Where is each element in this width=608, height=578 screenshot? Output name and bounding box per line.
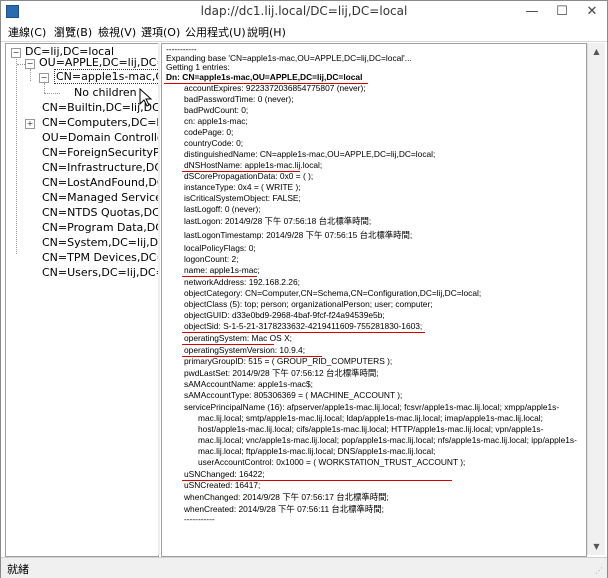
output-line: objectClass (5): top; person; organizati…	[184, 299, 433, 309]
output-line: distinguishedName: CN=apple1s-mac,OU=APP…	[184, 149, 436, 159]
output-line: objectCategory: CN=Computer,CN=Schema,CN…	[184, 288, 482, 298]
pane-splitter[interactable]	[158, 43, 160, 555]
tree-node-users[interactable]: CN=Users,DC=lij,DC=local	[42, 265, 158, 280]
output-line: userAccountControl: 0x1000 = ( WORKSTATI…	[198, 457, 466, 467]
output-line: dNSHostName: apple1s-mac.lij.local;	[184, 160, 323, 170]
tree-node-computers[interactable]: CN=Computers,DC=lij,DC=local	[42, 115, 158, 130]
tree-guide-line	[30, 69, 31, 81]
output-line: countryCode: 0;	[184, 138, 244, 148]
output-line: codePage: 0;	[184, 127, 234, 137]
menu-options[interactable]: 選項(O)	[138, 24, 183, 40]
tree-node-apple-ou[interactable]: OU=APPLE,DC=lij,DC=local	[39, 55, 158, 70]
tree-node-infrastructure[interactable]: CN=Infrastructure,DC=lij,DC=local	[42, 160, 158, 175]
output-line: whenChanged: 2014/9/28 下午 07:56:17 台北標準時…	[184, 492, 389, 502]
maximize-button[interactable]: ☐	[547, 1, 577, 23]
output-line: host/apple1s-mac.lij.local; cifs/apple1s…	[198, 424, 544, 434]
output-line: uSNCreated: 16417;	[184, 480, 261, 490]
tree-node-domain-controllers[interactable]: OU=Domain Controllers,DC=lij,DC=local	[42, 130, 158, 145]
minimize-button[interactable]: —	[517, 1, 547, 23]
tree-guide-line	[17, 64, 25, 65]
tree-guide-line	[44, 83, 45, 93]
output-line: primaryGroupID: 515 = ( GROUP_RID_COMPUT…	[184, 356, 393, 366]
output-line: lastLogon: 2014/9/28 下午 07:56:18 台北標準時間;	[184, 216, 372, 226]
tree-pane[interactable]: − DC=lij,DC=local − OU=APPLE,DC=lij,DC=l…	[5, 43, 159, 557]
output-line: lastLogonTimestamp: 2014/9/28 下午 07:56:1…	[184, 230, 413, 240]
menu-browse[interactable]: 瀏覽(B)	[51, 24, 95, 40]
tree-node-lostandfound[interactable]: CN=LostAndFound,DC=lij,DC=local	[42, 175, 158, 190]
ldp-window: ldap://dc1.lij.local/DC=lij,DC=local — ☐…	[0, 0, 608, 578]
status-text: 就緒	[7, 563, 29, 576]
tree-node-tpm-devices[interactable]: CN=TPM Devices,DC=lij,DC=local	[42, 250, 158, 265]
output-line: sAMAccountName: apple1s-mac$;	[184, 379, 313, 389]
tree-node-system[interactable]: CN=System,DC=lij,DC=local	[42, 235, 158, 250]
menu-help[interactable]: 說明(H)	[244, 24, 289, 40]
output-line: servicePrincipalName (16): afpserver/app…	[184, 402, 560, 412]
output-line: accountExpires: 9223372036854775807 (nev…	[184, 83, 366, 93]
output-line: dSCorePropagationData: 0x0 = ( );	[184, 171, 314, 181]
menu-connection[interactable]: 連線(C)	[5, 24, 49, 40]
output-line: lastLogoff: 0 (never);	[184, 204, 261, 214]
tree-node-ntds-quotas[interactable]: CN=NTDS Quotas,DC=lij,DC=local	[42, 205, 158, 220]
title-bar[interactable]: ldap://dc1.lij.local/DC=lij,DC=local — ☐…	[1, 1, 607, 23]
output-line: localPolicyFlags: 0;	[184, 243, 256, 253]
tree-node-no-children: No children	[74, 86, 137, 99]
menu-bar: 連線(C) 瀏覽(B) 檢視(V) 選項(O) 公用程式(U) 說明(H)	[1, 23, 607, 42]
output-line: -----------	[184, 514, 215, 524]
expand-toggle-computers[interactable]: +	[25, 119, 35, 129]
scroll-down-icon[interactable]: ▼	[588, 538, 605, 555]
scroll-up-icon[interactable]: ▲	[588, 43, 605, 60]
output-line: name: apple1s-mac;	[184, 265, 260, 275]
output-line: badPwdCount: 0;	[184, 105, 249, 115]
mouse-cursor-icon	[139, 88, 153, 107]
output-line: Getting 1 entries:	[166, 62, 230, 72]
output-line: pwdLastSet: 2014/9/28 下午 07:56:12 台北標準時間…	[184, 368, 379, 378]
output-line: cn: apple1s-mac;	[184, 116, 248, 126]
output-line: operatingSystemVersion: 10.9.4;	[184, 345, 306, 355]
output-line: objectSid: S-1-5-21-3178233632-421941160…	[184, 321, 423, 331]
output-line: objectGUID: d33e0bd9-2968-4baf-9fcf-f24a…	[184, 310, 385, 320]
output-line: sAMAccountType: 805306369 = ( MACHINE_AC…	[184, 390, 403, 400]
status-bar: 就緒 ⋰	[1, 557, 607, 578]
output-line: uSNChanged: 16422;	[184, 469, 265, 479]
output-pane[interactable]: ----------- Expanding base 'CN=apple1s-ma…	[161, 43, 587, 557]
collapse-toggle-mac[interactable]: −	[39, 73, 49, 83]
selected-node-label: CN=apple1s-mac,OU=APPLE,DC=lij,DC=local	[54, 69, 158, 84]
output-line: Dn: CN=apple1s-mac,OU=APPLE,DC=lij,DC=lo…	[166, 72, 363, 82]
menu-utilities[interactable]: 公用程式(U)	[182, 24, 249, 40]
tree-node-program-data[interactable]: CN=Program Data,DC=lij,DC=local	[42, 220, 158, 235]
vertical-scrollbar[interactable]: ▲ ▼	[587, 43, 605, 555]
resize-grip-icon[interactable]: ⋰	[595, 566, 605, 576]
close-button[interactable]: ✕	[577, 1, 607, 23]
tree-guide-line	[16, 57, 17, 254]
output-line: isCriticalSystemObject: FALSE;	[184, 193, 301, 203]
output-line: instanceType: 0x4 = ( WRITE );	[184, 182, 301, 192]
output-line: operatingSystem: Mac OS X;	[184, 333, 292, 343]
tree-node-apple-mac[interactable]: CN=apple1s-mac,OU=APPLE,DC=lij,DC=local	[54, 69, 158, 84]
output-line: networkAddress: 192.168.2.26;	[184, 277, 300, 287]
collapse-toggle-apple[interactable]: −	[25, 59, 35, 69]
tree-node-foreign-security[interactable]: CN=ForeignSecurityPrincipals,DC=lij,DC=l…	[42, 145, 158, 160]
output-line: mac.lij.local; vnc/apple1s-mac.lij.local…	[198, 435, 577, 445]
tree-node-managed-service[interactable]: CN=Managed Service Accounts,DC=lij,DC=lo…	[42, 190, 158, 205]
output-line: badPasswordTime: 0 (never);	[184, 94, 294, 104]
output-line: mac.lij.local; ftp/apple1s-mac.lij.local…	[198, 446, 436, 456]
menu-view[interactable]: 檢視(V)	[95, 24, 139, 40]
output-line: mac.lij.local; smtp/apple1s-mac.lij.loca…	[198, 413, 543, 423]
output-line: logonCount: 2;	[184, 254, 239, 264]
tree-guide-line	[44, 93, 60, 94]
